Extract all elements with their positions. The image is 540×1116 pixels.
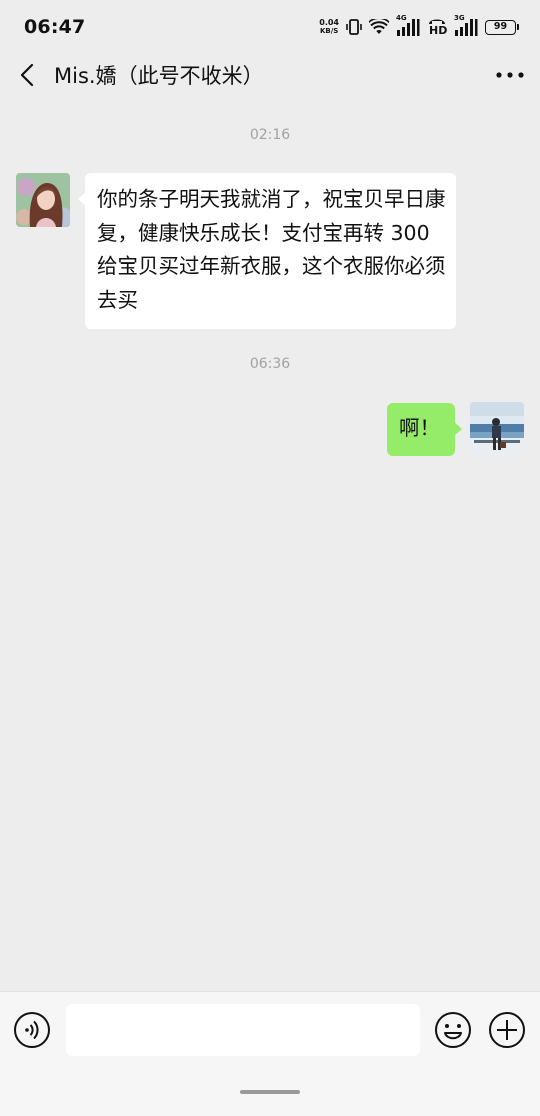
voice-icon: [14, 1012, 50, 1048]
emoji-button[interactable]: [433, 1010, 473, 1050]
network-speed: 0.04 KB/S: [319, 18, 339, 36]
more-functions-button[interactable]: [487, 1010, 527, 1050]
message-timestamp: 06:36: [249, 356, 291, 372]
signal-sim1: 4G: [396, 14, 420, 38]
status-time: 06:47: [24, 16, 86, 38]
emoji-icon: [435, 1012, 471, 1048]
wifi-icon: [369, 19, 389, 34]
home-indicator[interactable]: [240, 1090, 300, 1094]
battery-icon: 99: [485, 19, 519, 35]
chevron-left-icon: [20, 63, 34, 87]
status-icons: 0.04 KB/S 4G HD 3G 99: [319, 14, 519, 39]
contact-avatar-image: [16, 173, 70, 227]
network-speed-value: 0.04: [319, 18, 339, 27]
network-speed-unit: KB/S: [319, 27, 339, 35]
chat-header: Mis.嬌（此号不收米）: [0, 54, 540, 96]
back-button[interactable]: [0, 54, 54, 96]
incoming-message-text: 你的条子明天我就消了，祝宝贝早日康复，健康快乐成长！支付宝再转 300 给宝贝买…: [97, 187, 446, 312]
my-avatar[interactable]: [470, 402, 524, 456]
message-list[interactable]: 02:16 你的条子明天我就消了，祝宝贝早日康复，健康快乐成长！支付宝再转 30…: [0, 96, 540, 991]
message-timestamp: 02:16: [249, 127, 291, 143]
outgoing-message-bubble[interactable]: 啊！: [387, 403, 462, 456]
message-input[interactable]: [66, 1004, 420, 1056]
hd-label: HD: [429, 24, 448, 37]
outgoing-message-text: 啊！: [399, 416, 440, 440]
signal-sim2: 3G: [454, 14, 478, 38]
chat-title: Mis.嬌（此号不收米）: [54, 64, 264, 88]
hd-voice: HD: [427, 16, 447, 38]
my-avatar-image: [470, 402, 524, 456]
plus-icon: [489, 1012, 525, 1048]
more-dots-icon: [496, 72, 524, 78]
battery-level: 99: [493, 20, 508, 32]
more-options-button[interactable]: [480, 54, 540, 96]
incoming-message-bubble[interactable]: 你的条子明天我就消了，祝宝贝早日康复，健康快乐成长！支付宝再转 300 给宝贝买…: [78, 173, 456, 329]
signal-bars-icon: [455, 19, 478, 36]
contact-avatar[interactable]: [16, 173, 70, 227]
status-bar: 06:47 0.04 KB/S 4G HD 3G 99: [0, 0, 540, 54]
chat-screen: 06:47 0.04 KB/S 4G HD 3G 99 Mis.嬌（此号不收米）…: [0, 0, 540, 1116]
signal-bars-icon: [397, 19, 420, 36]
vibrate-icon: [346, 19, 362, 35]
input-bar: [0, 991, 540, 1116]
voice-input-button[interactable]: [12, 1010, 52, 1050]
